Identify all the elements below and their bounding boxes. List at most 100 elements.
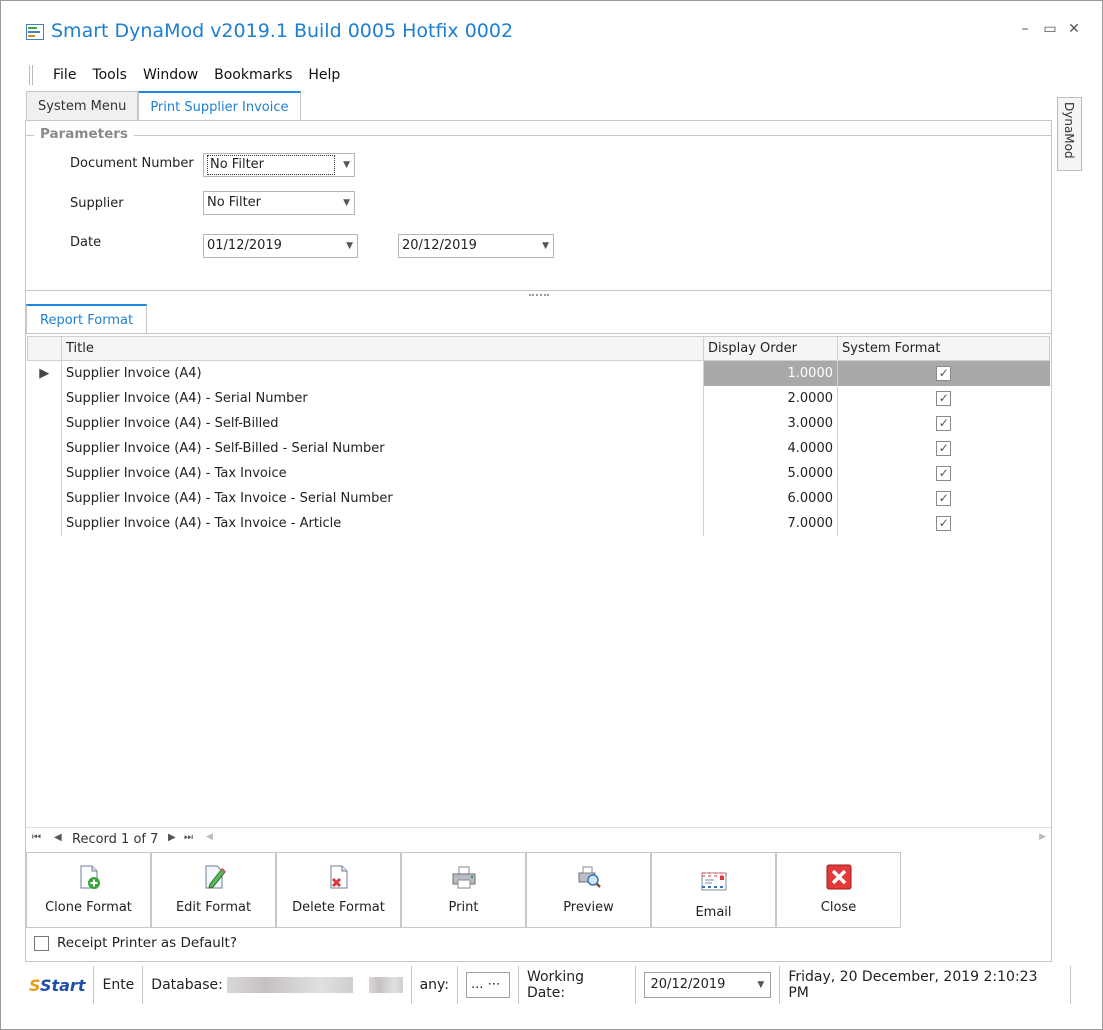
row-title[interactable]: Supplier Invoice (A4) - Tax Invoice - Ar…	[62, 511, 704, 536]
column-header-system-format[interactable]: System Format	[837, 336, 1050, 361]
row-title[interactable]: Supplier Invoice (A4)	[62, 361, 704, 386]
row-indicator-header	[27, 336, 62, 361]
date-to-picker[interactable]: 20/12/2019 ▼	[398, 234, 554, 258]
chevron-down-icon[interactable]: ▼	[346, 235, 353, 257]
checkbox-checked-icon[interactable]: ✓	[936, 490, 952, 506]
receipt-printer-option[interactable]: Receipt Printer as Default?	[34, 935, 237, 951]
chevron-down-icon[interactable]: ▼	[343, 192, 350, 214]
receipt-printer-checkbox[interactable]	[34, 935, 49, 951]
table-row[interactable]: Supplier Invoice (A4) - Tax Invoice - Se…	[27, 485, 1050, 511]
document-number-label: Document Number	[70, 156, 194, 171]
status-datetime: Friday, 20 December, 2019 2:10:23 PM	[788, 969, 1038, 1001]
close-window-button[interactable]: ✕	[1065, 21, 1083, 37]
document-number-value: No Filter	[207, 155, 335, 175]
status-separator	[457, 966, 458, 1004]
table-row[interactable]: ▶ Supplier Invoice (A4) 1.0000 ✓	[27, 360, 1050, 386]
checkbox-checked-icon[interactable]: ✓	[936, 515, 952, 531]
row-system-format[interactable]: ✓	[838, 411, 1050, 436]
report-format-table: Title Display Order System Format ▶ Supp…	[27, 336, 1050, 536]
chevron-down-icon[interactable]: ▼	[757, 973, 764, 997]
row-indicator-icon: ▶	[27, 360, 62, 386]
row-title[interactable]: Supplier Invoice (A4) - Self-Billed - Se…	[62, 436, 704, 461]
column-header-display-order[interactable]: Display Order	[703, 336, 838, 361]
maximize-button[interactable]: ▭	[1041, 21, 1059, 37]
checkbox-checked-icon[interactable]: ✓	[936, 465, 952, 481]
app-logo-icon	[26, 24, 44, 40]
row-system-format[interactable]: ✓	[838, 486, 1050, 511]
row-display-order[interactable]: 6.0000	[703, 485, 838, 511]
checkbox-checked-icon[interactable]: ✓	[936, 390, 952, 406]
clone-format-button[interactable]: Clone Format	[26, 852, 151, 928]
supplier-combo[interactable]: No Filter ▼	[203, 191, 355, 215]
scroll-right-icon[interactable]: ▶	[1039, 832, 1046, 842]
menu-window[interactable]: Window	[135, 67, 206, 83]
content-frame: Parameters Document Number No Filter ▼ S…	[25, 120, 1052, 962]
logo-text: Start	[39, 975, 86, 995]
status-bar: SStart Ente Database: any: ... ⋯ Working…	[21, 965, 1079, 1005]
chevron-down-icon[interactable]: ▼	[343, 154, 350, 176]
prev-record-icon[interactable]: ◀	[54, 832, 62, 843]
row-display-order[interactable]: 4.0000	[703, 435, 838, 461]
row-display-order[interactable]: 7.0000	[703, 510, 838, 536]
menu-file[interactable]: File	[45, 67, 84, 83]
splitter-handle[interactable]	[529, 294, 549, 296]
menu-tools[interactable]: Tools	[84, 67, 135, 83]
row-title[interactable]: Supplier Invoice (A4) - Tax Invoice	[62, 461, 704, 486]
row-indicator	[27, 410, 62, 436]
start-logo: SStart	[29, 976, 85, 995]
row-system-format[interactable]: ✓	[838, 436, 1050, 461]
delete-format-button[interactable]: Delete Format	[276, 852, 401, 928]
edit-format-button[interactable]: Edit Format	[151, 852, 276, 928]
working-date-picker[interactable]: 20/12/2019 ▼	[643, 972, 772, 998]
tab-report-format[interactable]: Report Format	[26, 304, 148, 334]
supplier-value: No Filter	[207, 195, 262, 210]
horizontal-scrollbar[interactable]: ◀ ▶	[206, 832, 1046, 846]
next-record-icon[interactable]: ▶	[168, 832, 176, 843]
row-indicator	[27, 435, 62, 461]
menu-help[interactable]: Help	[300, 67, 348, 83]
row-display-order[interactable]: 2.0000	[703, 385, 838, 411]
menu-bookmarks[interactable]: Bookmarks	[206, 67, 300, 83]
table-row[interactable]: Supplier Invoice (A4) - Tax Invoice 5.00…	[27, 460, 1050, 486]
date-from-picker[interactable]: 01/12/2019 ▼	[203, 234, 358, 258]
scroll-left-icon[interactable]: ◀	[206, 832, 213, 842]
app-window: Smart DynaMod v2019.1 Build 0005 Hotfix …	[0, 0, 1103, 1030]
table-row[interactable]: Supplier Invoice (A4) - Self-Billed - Se…	[27, 435, 1050, 461]
row-title[interactable]: Supplier Invoice (A4) - Self-Billed	[62, 411, 704, 436]
close-button[interactable]: Close	[776, 852, 901, 928]
column-header-title[interactable]: Title	[61, 336, 704, 361]
checkbox-checked-icon[interactable]: ✓	[936, 415, 952, 431]
checkbox-checked-icon[interactable]: ✓	[936, 440, 952, 456]
status-separator	[93, 966, 95, 1004]
side-tab-dynamod[interactable]: DynaMod	[1057, 97, 1082, 171]
status-separator	[779, 966, 781, 1004]
receipt-printer-label: Receipt Printer as Default?	[57, 935, 238, 951]
table-row[interactable]: Supplier Invoice (A4) - Self-Billed 3.00…	[27, 410, 1050, 436]
document-number-combo[interactable]: No Filter ▼	[203, 153, 355, 177]
menu-bar: File Tools Window Bookmarks Help	[29, 63, 348, 87]
row-system-format[interactable]: ✓	[837, 360, 1050, 386]
row-display-order[interactable]: 5.0000	[703, 460, 838, 486]
last-record-icon[interactable]: ⏭	[184, 832, 193, 843]
row-system-format[interactable]: ✓	[838, 386, 1050, 411]
table-row[interactable]: Supplier Invoice (A4) - Tax Invoice - Ar…	[27, 510, 1050, 536]
checkbox-checked-icon[interactable]: ✓	[936, 365, 952, 381]
row-system-format[interactable]: ✓	[838, 461, 1050, 486]
company-selector[interactable]: ... ⋯	[466, 972, 510, 998]
table-row[interactable]: Supplier Invoice (A4) - Serial Number 2.…	[27, 385, 1050, 411]
printer-icon	[452, 866, 475, 889]
row-display-order[interactable]: 3.0000	[703, 410, 838, 436]
first-record-icon[interactable]: ⏮	[32, 832, 41, 843]
preview-label: Preview	[563, 900, 614, 915]
tab-print-supplier-invoice[interactable]: Print Supplier Invoice	[138, 91, 301, 122]
email-button[interactable]: Email	[651, 852, 776, 928]
row-title[interactable]: Supplier Invoice (A4) - Tax Invoice - Se…	[62, 486, 704, 511]
row-system-format[interactable]: ✓	[838, 511, 1050, 536]
tab-system-menu[interactable]: System Menu	[26, 91, 139, 121]
preview-button[interactable]: Preview	[526, 852, 651, 928]
chevron-down-icon[interactable]: ▼	[542, 235, 549, 257]
row-display-order[interactable]: 1.0000	[703, 360, 838, 386]
print-button[interactable]: Print	[401, 852, 526, 928]
row-title[interactable]: Supplier Invoice (A4) - Serial Number	[62, 386, 704, 411]
minimize-button[interactable]: –	[1016, 21, 1034, 37]
